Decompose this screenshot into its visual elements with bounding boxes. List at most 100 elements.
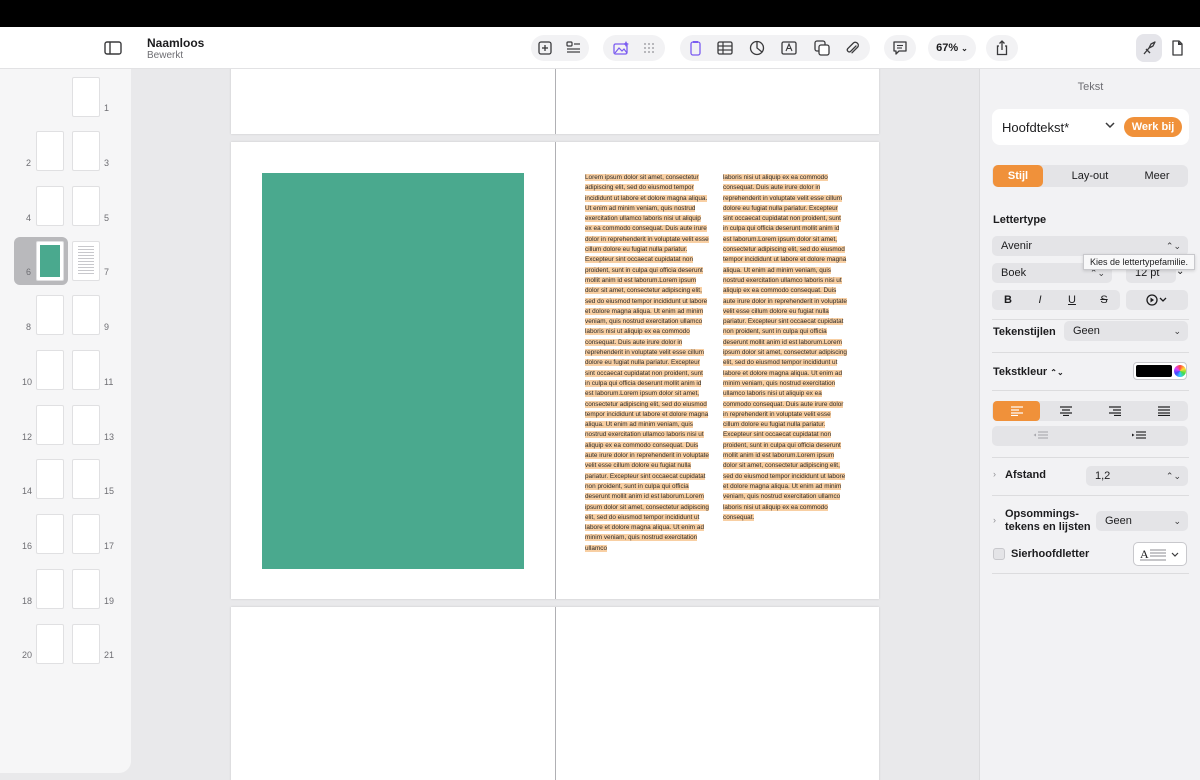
format-list-icon[interactable] bbox=[561, 36, 585, 60]
tab-lay-out[interactable]: Lay-out bbox=[1058, 165, 1122, 187]
comment-icon[interactable] bbox=[888, 36, 912, 60]
textfield-icon[interactable] bbox=[777, 36, 801, 60]
thumbnail-page[interactable] bbox=[36, 624, 64, 664]
thumbnail-number: 9 bbox=[104, 322, 110, 332]
chevron-right-icon[interactable]: › bbox=[993, 515, 996, 525]
bullets-picker[interactable]: Geen ⌄ bbox=[1096, 511, 1188, 531]
media-icon[interactable] bbox=[609, 36, 633, 60]
table-icon[interactable] bbox=[713, 36, 737, 60]
thumbnail-number: 20 bbox=[22, 650, 33, 660]
attachment-icon[interactable] bbox=[840, 36, 864, 60]
text-color-well[interactable] bbox=[1133, 362, 1187, 380]
text-column-right[interactable]: laboris nisi ut aliquip ex ea commodo co… bbox=[723, 173, 847, 523]
page-spine bbox=[555, 142, 556, 599]
align-center-icon[interactable] bbox=[1042, 401, 1089, 421]
spacing-picker[interactable]: 1,2 ⌃⌄ bbox=[1086, 466, 1188, 486]
thumbnail-page[interactable] bbox=[72, 77, 100, 117]
add-page-icon[interactable] bbox=[533, 36, 557, 60]
body-text-right: laboris nisi ut aliquip ex ea commodo co… bbox=[723, 174, 847, 521]
text-column-left[interactable]: Lorem ipsum dolor sit amet, consectetur … bbox=[585, 173, 709, 554]
char-styles-label: Tekenstijlen bbox=[993, 326, 1056, 338]
tab-meer[interactable]: Meer bbox=[1126, 165, 1188, 187]
tab-stijl[interactable]: Stijl bbox=[993, 165, 1043, 187]
update-style-button[interactable]: Werk bij bbox=[1124, 117, 1182, 137]
dropcap-label: Sierhoofdletter bbox=[1011, 548, 1090, 560]
body-text-left: Lorem ipsum dolor sit amet, consectetur … bbox=[585, 174, 709, 552]
spacing-label[interactable]: Afstand bbox=[1005, 469, 1046, 481]
chevron-down-icon: ⌄ bbox=[961, 43, 968, 53]
dropcap-checkbox[interactable] bbox=[993, 548, 1005, 560]
color-wheel-icon[interactable] bbox=[1174, 365, 1186, 377]
thumbnail-number: 15 bbox=[104, 486, 115, 496]
underline-button[interactable]: U bbox=[1056, 290, 1088, 310]
thumbnail-number: 2 bbox=[26, 158, 32, 168]
thumbnail-number: 6 bbox=[26, 267, 32, 277]
spacing-value: 1,2 bbox=[1095, 470, 1111, 482]
shape-icon[interactable] bbox=[810, 36, 834, 60]
text-style-buttons: B I U S bbox=[992, 290, 1120, 310]
thumbnail-number: 21 bbox=[104, 650, 115, 660]
thumbnail-page[interactable] bbox=[72, 624, 100, 664]
bold-button[interactable]: B bbox=[992, 290, 1024, 310]
thumbnail-page[interactable] bbox=[72, 131, 100, 171]
page-thumbnails: 1 2 3 4 5 6 7 8 9 10 11 12 13 14 15 16 1… bbox=[0, 69, 131, 773]
status-bar bbox=[0, 0, 1200, 27]
thumbnail-page[interactable] bbox=[72, 186, 100, 226]
bullets-label[interactable]: Opsommings-tekens en lijsten bbox=[1005, 508, 1091, 534]
thumbnail-image bbox=[40, 245, 60, 277]
text-color-label[interactable]: Tekstkleur ⌃⌄ bbox=[993, 366, 1064, 378]
grid-icon[interactable] bbox=[637, 36, 661, 60]
thumbnail-page[interactable] bbox=[72, 405, 100, 445]
thumbnail-page[interactable] bbox=[36, 514, 64, 554]
thumbnail-page-selected[interactable] bbox=[36, 241, 64, 281]
strikethrough-button[interactable]: S bbox=[1088, 290, 1120, 310]
thumbnail-page[interactable] bbox=[36, 350, 64, 390]
document-status: Bewerkt bbox=[147, 50, 184, 61]
thumbnail-page[interactable] bbox=[72, 350, 100, 390]
document-title[interactable]: Naamloos bbox=[147, 36, 204, 50]
thumbnail-page[interactable] bbox=[72, 569, 100, 609]
thumbnail-page[interactable] bbox=[72, 241, 100, 281]
chart-icon[interactable] bbox=[745, 36, 769, 60]
char-styles-picker[interactable]: Geen ⌄ bbox=[1064, 321, 1188, 341]
image-placeholder[interactable] bbox=[262, 173, 524, 569]
align-right-icon[interactable] bbox=[1091, 401, 1138, 421]
font-family-tooltip: Kies de lettertypefamilie. bbox=[1083, 254, 1196, 270]
document-canvas[interactable]: Lorem ipsum dolor sit amet, consectetur … bbox=[131, 69, 979, 780]
text-options-button[interactable] bbox=[1126, 290, 1188, 310]
font-family-picker[interactable]: Avenir ⌃⌄ bbox=[992, 236, 1188, 256]
thumbnail-page[interactable] bbox=[72, 514, 100, 554]
thumbnail-page[interactable] bbox=[36, 295, 64, 335]
format-brush-icon[interactable] bbox=[1137, 36, 1161, 60]
thumbnail-page[interactable] bbox=[36, 405, 64, 445]
decrease-indent-icon[interactable] bbox=[992, 426, 1090, 446]
thumbnail-page[interactable] bbox=[36, 569, 64, 609]
align-justify-icon[interactable] bbox=[1140, 401, 1187, 421]
italic-button[interactable]: I bbox=[1024, 290, 1056, 310]
text-color-swatch bbox=[1136, 365, 1172, 377]
align-left-icon[interactable] bbox=[993, 401, 1040, 421]
inspector-title: Tekst bbox=[1077, 81, 1104, 93]
document-icon[interactable] bbox=[1165, 36, 1189, 60]
thumbnail-page[interactable] bbox=[36, 459, 64, 499]
thumbnail-number: 5 bbox=[104, 213, 110, 223]
font-weight-value: Boek bbox=[1001, 267, 1027, 279]
dropcap-style-picker[interactable]: A bbox=[1133, 542, 1187, 566]
thumbnail-number: 1 bbox=[104, 103, 110, 113]
inspector-tabs: Stijl Lay-out Meer bbox=[992, 165, 1188, 187]
thumbnail-text-lines bbox=[78, 246, 94, 276]
alignment-buttons bbox=[992, 401, 1188, 421]
text-box-icon[interactable] bbox=[683, 36, 707, 60]
increase-indent-icon[interactable] bbox=[1090, 426, 1188, 446]
share-icon[interactable] bbox=[990, 36, 1014, 60]
thumbnail-page[interactable] bbox=[72, 459, 100, 499]
thumbnail-number: 16 bbox=[22, 541, 33, 551]
font-section-label: Lettertype bbox=[993, 214, 1047, 226]
thumbnail-page[interactable] bbox=[72, 295, 100, 335]
zoom-control[interactable]: 67% ⌄ bbox=[928, 35, 976, 61]
paragraph-style-picker[interactable]: Hoofdtekst* Werk bij bbox=[992, 109, 1189, 145]
thumbnail-page[interactable] bbox=[36, 186, 64, 226]
chevron-right-icon[interactable]: › bbox=[993, 469, 996, 479]
thumbnail-page[interactable] bbox=[36, 131, 64, 171]
sidebar-toggle-icon[interactable] bbox=[102, 38, 124, 58]
